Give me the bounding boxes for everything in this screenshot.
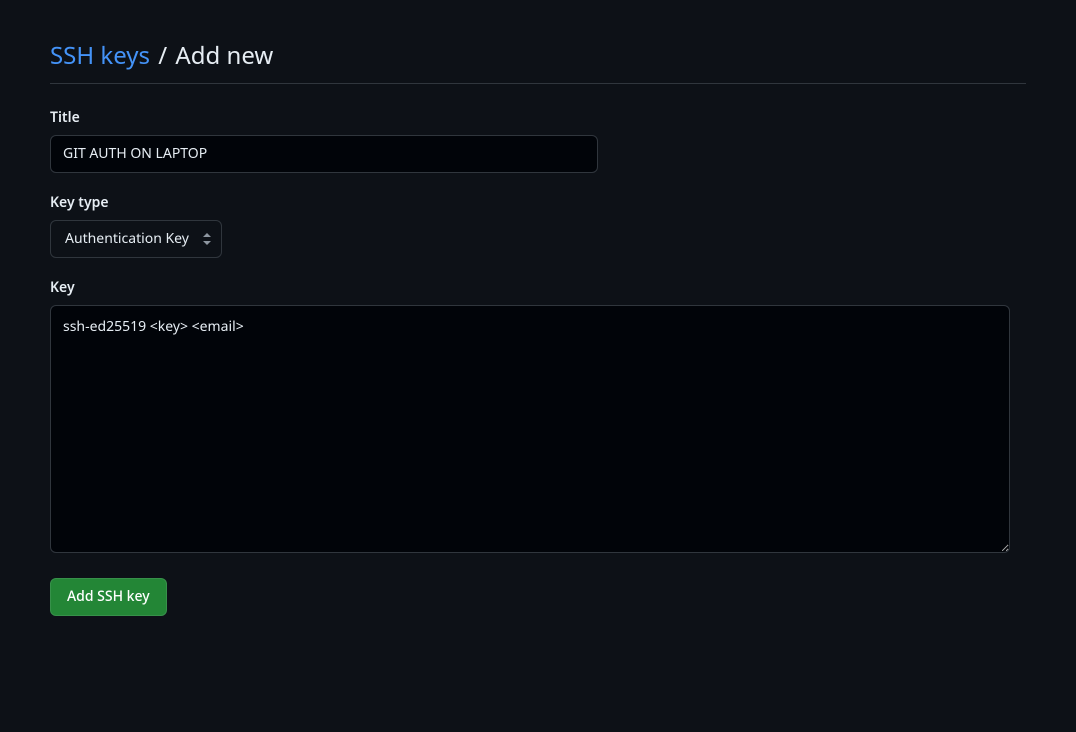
key-type-select[interactable]: Authentication Key — [50, 220, 222, 258]
title-label: Title — [50, 108, 1026, 127]
title-field-group: Title — [50, 108, 1026, 173]
key-type-label: Key type — [50, 193, 1026, 212]
breadcrumb-parent-link[interactable]: SSH keys — [50, 39, 150, 72]
breadcrumb-current: Add new — [175, 39, 273, 72]
key-label: Key — [50, 278, 1026, 297]
key-textarea[interactable]: ssh-ed25519 <key> <email> — [50, 305, 1010, 553]
add-ssh-key-form: Title Key type Authentication Key Key ss… — [50, 108, 1026, 616]
page-header: SSH keys / Add new — [50, 40, 1026, 84]
breadcrumb: SSH keys / Add new — [50, 40, 1026, 71]
breadcrumb-separator: / — [158, 39, 167, 72]
key-field-group: Key ssh-ed25519 <key> <email> — [50, 278, 1026, 558]
add-ssh-key-button[interactable]: Add SSH key — [50, 578, 167, 616]
title-input[interactable] — [50, 135, 598, 173]
key-type-field-group: Key type Authentication Key — [50, 193, 1026, 258]
